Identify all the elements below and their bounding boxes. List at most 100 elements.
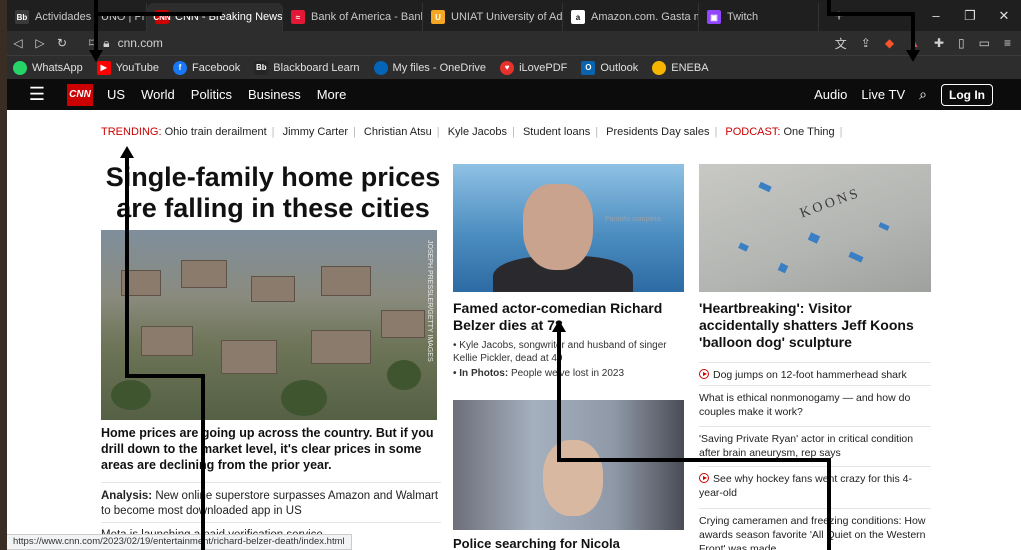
video-play-icon [699, 369, 709, 379]
nav-link-us[interactable]: US [107, 87, 125, 102]
url-field[interactable]: ⌑ 🔒︎ cnn.com [81, 33, 741, 53]
nicola-headline[interactable]: Police searching for Nicola [453, 536, 620, 550]
nav-link-world[interactable]: World [141, 87, 175, 102]
related-link-text: Crying cameramen and freezing conditions… [699, 515, 926, 550]
related-link-text: See why hockey fans went crazy for this … [699, 473, 913, 499]
video-play-icon [699, 473, 709, 483]
whatsapp-icon [13, 60, 27, 75]
nicola-image[interactable] [453, 400, 684, 530]
bookmark-label: Facebook [191, 61, 241, 74]
related-link[interactable]: 'Saving Private Ryan' actor in critical … [699, 426, 931, 460]
nav-link-politics[interactable]: Politics [191, 87, 232, 102]
bookmark-ilovepdf[interactable]: ♥ iLovePDF [500, 60, 568, 75]
onedrive-icon [373, 60, 388, 75]
koons-image[interactable]: KOONS [699, 164, 931, 292]
translate-icon[interactable]: 文 [835, 35, 847, 52]
analysis-link[interactable]: Analysis: New online superstore surpasse… [101, 482, 441, 519]
bookmark-whatsapp[interactable]: WhatsApp [13, 60, 83, 75]
trending-item[interactable]: Ohio train derailment [165, 126, 267, 138]
youtube-icon: ▶ [96, 60, 111, 75]
reload-icon[interactable]: ↻ [51, 36, 73, 50]
podcast-link[interactable]: One Thing [783, 126, 834, 138]
toolbar-right: 文 ⇪ ◆ ▲ ✚ ▯ ▭ ≡ [835, 35, 1021, 52]
brave-shield-icon[interactable]: ◆ [885, 36, 894, 50]
live-tv-link[interactable]: Live TV [861, 87, 905, 102]
trending-item[interactable]: Kyle Jacobs [448, 126, 507, 138]
cnn-logo[interactable]: CNN [67, 83, 93, 106]
browser-window: Bb Actividades - UNO | Progra CNN CNN - … [7, 0, 1021, 550]
photo-credit: JOSEPH PRESSLER/GETTY IMAGES [426, 240, 433, 362]
minimize-icon[interactable]: – [919, 0, 953, 31]
window-close-icon[interactable]: ✕ [987, 0, 1021, 31]
bookmark-label: iLovePDF [519, 61, 568, 74]
koons-sign-text: KOONS [798, 185, 863, 222]
related-link-text: What is ethical nonmonogamy — and how do… [699, 392, 911, 418]
facebook-icon: f [172, 60, 187, 75]
share-icon[interactable]: ⇪ [861, 36, 871, 50]
audio-link[interactable]: Audio [814, 87, 847, 102]
tab-label: Amazon.com. Gasta menos [591, 11, 698, 23]
search-icon[interactable]: ⌕ [919, 86, 927, 103]
forward-icon[interactable]: ▷ [29, 36, 51, 50]
eneba-icon [652, 60, 667, 75]
bookmark-facebook[interactable]: f Facebook [172, 60, 241, 75]
trending-item[interactable]: Presidents Day sales [606, 126, 709, 138]
related-link[interactable]: What is ethical nonmonogamy — and how do… [699, 385, 931, 419]
sidebar-icon[interactable]: ▯ [958, 36, 965, 50]
login-button[interactable]: Log In [941, 83, 993, 106]
tab-amazon[interactable]: a Amazon.com. Gasta menos [563, 3, 699, 31]
amazon-icon: a [571, 10, 585, 24]
in-photos-label: • In Photos: [453, 368, 509, 379]
tab-blackboard[interactable]: Bb Actividades - UNO | Progra [7, 3, 147, 31]
menu-icon[interactable]: ≡ [1004, 36, 1011, 50]
tab-uniat[interactable]: U UNIAT University of Advanc [423, 3, 563, 31]
related-link[interactable]: Crying cameramen and freezing conditions… [699, 508, 931, 550]
tab-label: Bank of America - Banking [311, 11, 422, 23]
wallet-icon[interactable]: ▭ [979, 36, 990, 50]
belzer-headline[interactable]: Famed actor-comedian Richard Belzer dies… [453, 300, 685, 334]
trending-item[interactable]: Christian Atsu [364, 126, 432, 138]
bookmark-eneba[interactable]: ENEBA [652, 60, 709, 75]
bookmark-onedrive[interactable]: My files - OneDrive [373, 60, 486, 75]
lead-description[interactable]: Home prices are going up across the coun… [101, 425, 441, 473]
extensions-icon[interactable]: ✚ [934, 36, 944, 50]
in-photos-link[interactable]: • In Photos: People we've lost in 2023 [453, 368, 685, 379]
outlook-icon: O [581, 60, 596, 75]
related-link-text: 'Saving Private Ryan' actor in critical … [699, 433, 914, 459]
bookmark-label: WhatsApp [32, 61, 83, 74]
back-icon[interactable]: ◁ [7, 36, 29, 50]
bookmark-label: ENEBA [671, 61, 709, 74]
trending-bar: TRENDING: Ohio train derailment | Jimmy C… [101, 126, 843, 138]
lead-image[interactable]: JOSEPH PRESSLER/GETTY IMAGES [101, 230, 437, 420]
belzer-image[interactable] [453, 164, 684, 292]
tab-cnn[interactable]: CNN CNN - Breaking News, ✕ [147, 3, 283, 31]
tab-twitch[interactable]: ▣ Twitch [699, 3, 819, 31]
koons-headline[interactable]: 'Heartbreaking': Visitor accidentally sh… [699, 300, 931, 351]
bookmark-outlook[interactable]: O Outlook [581, 60, 638, 75]
trending-label: TRENDING: [101, 126, 162, 138]
related-link[interactable]: See why hockey fans went crazy for this … [699, 466, 931, 500]
tab-label: Twitch [727, 11, 759, 23]
bookmarks-bar: WhatsApp ▶ YouTube f Facebook Bb Blackboard… [7, 55, 1021, 79]
bookmark-youtube[interactable]: ▶ YouTube [96, 60, 159, 75]
tab-bofa[interactable]: ≈ Bank of America - Banking [283, 3, 423, 31]
trending-item[interactable]: Student loans [523, 126, 590, 138]
related-link[interactable]: Dog jumps on 12-foot hammerhead shark [699, 362, 931, 382]
podcast-label: PODCAST: [725, 126, 781, 138]
uniat-icon: U [431, 10, 445, 24]
nav-link-more[interactable]: More [317, 87, 347, 102]
hamburger-menu-icon[interactable]: ☰ [7, 84, 67, 105]
restore-icon[interactable]: ❐ [953, 0, 987, 31]
bookmark-label: YouTube [115, 61, 159, 74]
url-text: cnn.com [117, 36, 163, 50]
trending-item[interactable]: Jimmy Carter [283, 126, 348, 138]
tab-label: UNIAT University of Advanc [451, 11, 563, 23]
bookmark-blackboard[interactable]: Bb Blackboard Learn [254, 60, 360, 75]
address-bar: ◁ ▷ ↻ ⌑ 🔒︎ cnn.com 文 ⇪ ◆ ▲ ✚ ▯ ▭ ≡ [7, 31, 1021, 55]
analysis-label: Analysis: [101, 490, 153, 502]
kyle-jacobs-link[interactable]: • Kyle Jacobs, songwriter and husband of… [453, 339, 685, 365]
nav-link-business[interactable]: Business [248, 87, 301, 102]
lead-headline[interactable]: Single-family home prices are falling in… [103, 162, 443, 224]
new-tab-button[interactable]: + [819, 3, 859, 31]
bofa-icon: ≈ [291, 10, 305, 24]
